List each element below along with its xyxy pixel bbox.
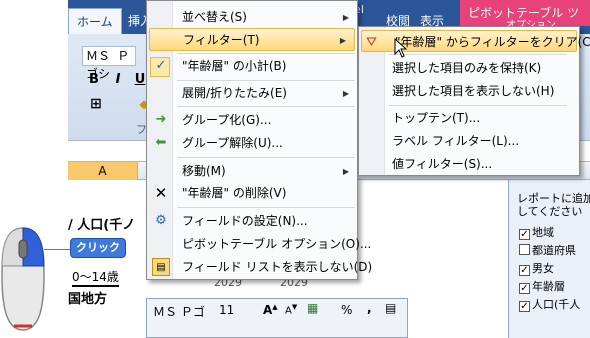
row-age-0-14[interactable]: 0～14歳 (72, 268, 119, 287)
menu-item-pivot-options[interactable]: ピボットテーブル オプション(O)... (147, 233, 371, 256)
menu-label: 移動(M) (182, 164, 226, 178)
menu-item-hide-field-list[interactable]: ▤ フィールド リストを表示しない(D) (147, 256, 372, 279)
field-population[interactable]: ✓ 人口(千人 (519, 296, 580, 312)
group-arrow-icon: ➜ (155, 112, 167, 127)
format-painter-icon[interactable]: ▤ (385, 301, 396, 315)
tab-home[interactable]: ホーム (68, 8, 122, 34)
menu-separator (177, 207, 355, 208)
field-list-icon: ▤ (152, 258, 170, 276)
comma-button[interactable]: , (367, 301, 372, 315)
menu-label: フィルター(T) (183, 33, 260, 47)
mini-font-box[interactable]: ＭＳ Ｐゴ (153, 303, 205, 320)
click-callout: クリック (70, 238, 126, 258)
menu-item-field-settings[interactable]: ⚙ フィールドの設定(N)... (147, 210, 357, 233)
column-a-header[interactable]: A (68, 162, 138, 180)
submenu-arrow-icon: ▶ (342, 13, 349, 22)
submenu-arrow-icon: ▶ (342, 89, 349, 98)
submenu-item-label-filter[interactable]: ラベル フィルター(L)... (359, 130, 579, 152)
field-list-instruction: レポートに追加 してください (517, 192, 590, 218)
menu-item-filter[interactable]: フィルター(T) ▶ (149, 28, 355, 51)
menu-separator (389, 105, 567, 106)
mouse-pointer-icon (394, 37, 408, 61)
menu-item-ungroup[interactable]: ⬅ グループ解除(U)... (147, 132, 357, 155)
menu-label: ピボットテーブル オプション(O)... (182, 237, 372, 251)
filter-submenu: ⛛ "年齢層" からフィルターをクリア(C) 選択した項目のみを保持(K) 選択し… (358, 26, 590, 176)
menu-label: 並べ替え(S) (182, 10, 247, 24)
field-gender[interactable]: ✓ 男女 (519, 260, 554, 276)
shrink-font-icon[interactable]: A▼ (285, 303, 297, 316)
borders-icon[interactable]: ⊞ (86, 94, 106, 114)
clear-filter-icon: ⛛ (366, 35, 377, 50)
submenu-item-keep-selected[interactable]: 選択した項目のみを保持(K) (359, 57, 579, 79)
menu-label: "年齢層" の削除(V) (182, 186, 287, 200)
checkmark-icon: ✓ (155, 58, 167, 73)
menu-item-remove-field[interactable]: ✕ "年齢層" の削除(V) (147, 182, 357, 205)
checkbox-icon[interactable]: ✓ (519, 301, 530, 312)
delete-x-icon: ✕ (154, 184, 168, 202)
menu-label: フィールドの設定(N)... (182, 214, 308, 228)
bold-button[interactable]: B (84, 70, 104, 90)
menu-item-expand-collapse[interactable]: 展開/折りたたみ(E) ▶ (147, 82, 357, 105)
menu-separator (177, 53, 355, 54)
menu-item-subtotal[interactable]: ✓ "年齢層" の小計(B) (147, 55, 357, 78)
menu-separator (389, 54, 567, 55)
field-label: 都道府県 (532, 244, 576, 257)
menu-label: 選択した項目を表示しない(H) (392, 84, 555, 98)
row-region[interactable]: 国地方 (68, 288, 107, 307)
menu-label: "年齢層" からフィルターをクリア(C) (395, 35, 590, 49)
pivot-field-list: レポートに追加 してください ✓ 地域 都道府県 ✓ 男女 ✓ 年齢層 ✓ 人口(千人 (508, 180, 590, 338)
currency-format-icon[interactable]: ▦ (307, 301, 318, 315)
menu-item-move[interactable]: 移動(M) ▶ (147, 160, 357, 183)
menu-label: 展開/折りたたみ(E) (182, 86, 287, 100)
mouse-illustration-icon (0, 226, 46, 334)
checkbox-icon[interactable]: ✓ (519, 283, 530, 294)
context-menu: 並べ替え(S) ▶ フィルター(T) ▶ ✓ "年齢層" の小計(B) 展開/折りたた… (146, 0, 372, 280)
mini-toolbar: ＭＳ Ｐゴ 11 A▲ A▼ ▦ % , ▤ (146, 298, 408, 338)
checkbox-icon[interactable]: ✓ (519, 229, 530, 240)
field-label: 地域 (532, 226, 554, 239)
field-age-group[interactable]: ✓ 年齢層 (519, 278, 565, 294)
percent-button[interactable]: % (341, 303, 352, 317)
field-region[interactable]: ✓ 地域 (519, 224, 554, 240)
checkbox-icon[interactable] (519, 244, 530, 255)
field-settings-icon: ⚙ (155, 213, 167, 228)
field-label: 男女 (532, 262, 554, 275)
font-name-box[interactable]: ＭＳ Ｐゴシ (82, 46, 136, 81)
menu-label: ラベル フィルター(L)... (392, 134, 520, 148)
ungroup-arrow-icon: ⬅ (155, 135, 167, 150)
menu-label: グループ解除(U)... (182, 136, 283, 150)
submenu-arrow-icon: ▶ (342, 167, 349, 176)
menu-separator (177, 80, 355, 81)
menu-label: フィールド リストを表示しない(D) (182, 260, 373, 274)
menu-label: トップテン(T)... (392, 111, 481, 125)
menu-separator (177, 157, 355, 158)
menu-label: 値フィルター(S)... (392, 157, 493, 171)
menu-item-group[interactable]: ➜ グループ化(G)... (147, 109, 357, 132)
callout-line (44, 249, 70, 250)
italic-button[interactable]: I (108, 70, 128, 90)
submenu-item-hide-selected[interactable]: 選択した項目を表示しない(H) (359, 80, 579, 102)
field-prefecture[interactable]: 都道府県 (519, 242, 576, 258)
menu-separator (177, 106, 355, 107)
menu-label: グループ化(G)... (182, 113, 272, 127)
checkbox-icon[interactable]: ✓ (519, 265, 530, 276)
menu-label: 選択した項目のみを保持(K) (392, 61, 542, 75)
submenu-arrow-icon: ▶ (339, 36, 346, 45)
submenu-item-value-filter[interactable]: 値フィルター(S)... (359, 153, 579, 175)
header-cell[interactable]: / 人口(千ノ (68, 214, 135, 233)
menu-label: "年齢層" の小計(B) (182, 59, 287, 73)
field-label: 人口(千人 (532, 298, 581, 311)
field-label: 年齢層 (532, 280, 565, 293)
grow-font-icon[interactable]: A▲ (263, 303, 278, 317)
mini-size-box[interactable]: 11 (219, 303, 234, 317)
menu-item-sort[interactable]: 並べ替え(S) ▶ (147, 6, 357, 29)
submenu-item-top-ten[interactable]: トップテン(T)... (359, 107, 579, 129)
